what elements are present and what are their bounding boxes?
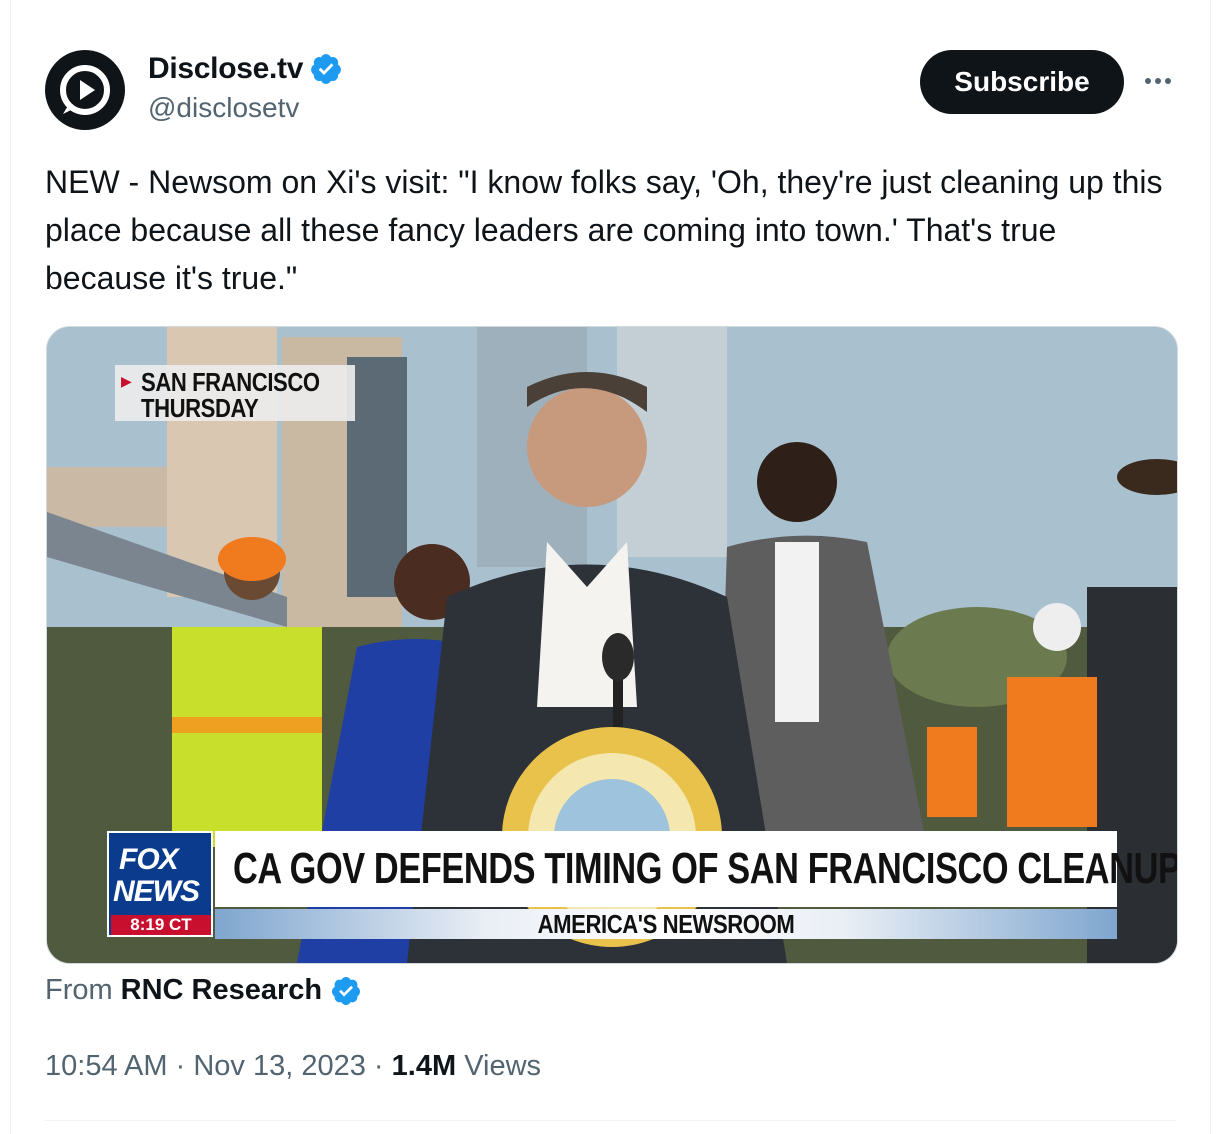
play-arrow-icon: ▶ <box>121 373 132 389</box>
location-tag: ▶ SAN FRANCISCO THURSDAY <box>115 365 355 423</box>
author-display-name[interactable]: Disclose.tv <box>148 52 303 86</box>
source-account-link[interactable]: RNC Research <box>121 974 322 1007</box>
tweet-date[interactable]: Nov 13, 2023 <box>193 1050 366 1082</box>
card-border-left <box>10 0 11 1134</box>
fox-news-logo: FOX NEWS 8:19 CT <box>107 831 213 937</box>
tweet-video[interactable]: ▶ SAN FRANCISCO THURSDAY FOX NEWS 8:19 C… <box>46 326 1178 964</box>
subscribe-button[interactable]: Subscribe <box>920 50 1124 114</box>
author-name-row[interactable]: Disclose.tv <box>148 52 343 86</box>
author-handle[interactable]: @disclosetv <box>148 92 299 124</box>
meta-separator: · <box>175 1050 186 1082</box>
meta-separator: · <box>373 1050 384 1082</box>
headline-bar: CA GOV DEFENDS TIMING OF SAN FRANCISCO C… <box>215 831 1177 907</box>
fox-logo-word: FOX <box>119 843 179 876</box>
news-chyron: FOX NEWS 8:19 CT CA GOV DEFENDS TIMING O… <box>107 831 1177 939</box>
tweet-meta: 10:54 AM · Nov 13, 2023 · 1.4M Views <box>45 1050 541 1083</box>
more-dots-icon[interactable] <box>1140 66 1176 96</box>
play-bubble-icon <box>60 65 110 115</box>
news-logo-word: NEWS <box>113 875 200 908</box>
author-avatar[interactable] <box>45 50 125 130</box>
location-line2: THURSDAY <box>141 393 259 423</box>
media-source-line: From RNC Research <box>45 974 362 1007</box>
views-count[interactable]: 1.4M <box>392 1050 456 1082</box>
tweet-time[interactable]: 10:54 AM <box>45 1050 168 1082</box>
show-name: AMERICA'S NEWSROOM <box>537 908 795 939</box>
card-border-right <box>1210 0 1211 1134</box>
views-label: Views <box>464 1050 542 1082</box>
broadcast-time: 8:19 CT <box>111 915 211 935</box>
verified-badge-icon <box>332 976 361 1005</box>
tweet-text: NEW - Newsom on Xi's visit: "I know folk… <box>45 164 1163 296</box>
source-prefix: From <box>45 974 113 1006</box>
show-name-bar: AMERICA'S NEWSROOM <box>215 909 1117 939</box>
verified-badge-icon <box>311 54 341 84</box>
divider <box>45 1120 1176 1121</box>
chyron-headline: CA GOV DEFENDS TIMING OF SAN FRANCISCO C… <box>233 844 1178 893</box>
